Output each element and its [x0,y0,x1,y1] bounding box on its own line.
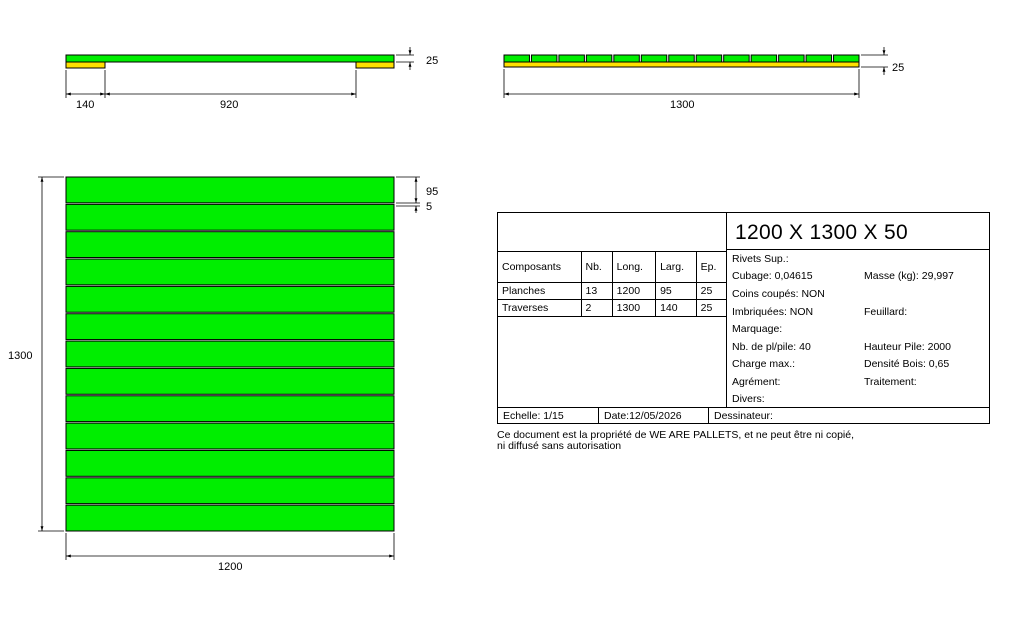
table-row: Traverses 2 1300 140 25 [498,299,726,317]
top-gap-label: 5 [426,201,432,213]
cell-width: 95 [655,282,697,300]
imbriquees-info: Imbriquées: NON [732,306,814,318]
pallet-dimensions-title: 1200 X 1300 X 50 [735,221,908,244]
side-bearer-left [65,61,106,69]
top-plank [65,367,395,395]
top-plank [65,285,395,313]
top-plank [65,395,395,423]
feuillard-info: Feuillard: [864,306,908,318]
side-right-length-label: 1300 [670,99,694,111]
top-plank [65,340,395,368]
top-width-label: 1200 [218,561,242,573]
side-plank-end [613,54,640,63]
cell-component: Traverses [498,299,582,317]
side-plank [65,54,395,63]
top-plank [65,203,395,231]
side-plank-end [805,54,833,63]
side-view-width: 25 140 920 [65,47,438,111]
side-left-bearer-label: 140 [76,99,94,111]
header-nb: Nb. [580,251,613,283]
table-header-row: Composants Nb. Long. Larg. Ep. [498,251,726,283]
top-plank [65,504,395,532]
cell-count: 13 [580,282,613,300]
top-plank [65,422,395,450]
masse-info: Masse (kg): 29,997 [864,270,954,282]
side-left-thickness-label: 25 [426,55,438,67]
side-plank-end [778,54,805,63]
top-plank [65,176,395,204]
side-plank-end [723,54,750,63]
top-plank [65,477,395,505]
header-larg: Larg. [655,251,697,283]
copyright-notice: Ce document est la propriété de WE ARE P… [497,430,854,452]
side-plank-end [585,54,613,63]
nb-pile-info: Nb. de pl/pile: 40 [732,341,811,353]
side-bearer-right [355,61,395,69]
header-ep: Ep. [695,251,726,283]
side-plank-end [503,54,530,63]
cell-count: 2 [580,299,613,317]
notice-line-2: ni diffusé sans autorisation [497,440,622,452]
cell-thickness: 25 [695,282,726,300]
side-left-gap-label: 920 [220,99,238,111]
cell-length: 1200 [611,282,657,300]
side-plank-end [530,54,558,63]
divers-info: Divers: [732,393,765,405]
cell-width: 140 [655,299,697,317]
cell-component: Planches [498,282,582,300]
densite-info: Densité Bois: 0,65 [864,358,950,370]
title-block: 1200 X 1300 X 50 Composants Nb. Long. La… [497,212,990,424]
header-composants: Composants [498,251,582,283]
side-plank-end [640,54,668,63]
scale-field: Echelle: 1/15 [503,410,564,422]
side-plank-end [695,54,723,63]
top-plank [65,258,395,286]
marquage-info: Marquage: [732,323,783,335]
side-view-length: 25 1300 [503,47,904,111]
top-height-label: 1300 [8,350,32,362]
cubage-info: Cubage: 0,04615 [732,270,813,282]
side-right-thickness-label: 25 [892,62,904,74]
title-cell: 1200 X 1300 X 50 [726,213,989,250]
top-plank-width-label: 95 [426,186,438,198]
date-field: Date:12/05/2026 [604,410,682,422]
side-bearer-full [503,61,860,68]
table-row: Planches 13 1200 95 25 [498,282,726,300]
side-plank-end [668,54,695,63]
cell-thickness: 25 [695,299,726,317]
coins-info: Coins coupés: NON [732,288,825,300]
rivets-info: Rivets Sup.: [732,253,789,265]
side-plank-end [833,54,860,63]
top-plank [65,449,395,477]
header-long: Long. [611,251,657,283]
hauteur-pile-info: Hauteur Pile: 2000 [864,341,951,353]
traitement-info: Traitement: [864,376,917,388]
top-plank [65,231,395,259]
drafter-field: Dessinateur: [714,410,773,422]
top-view: 95 5 1300 1200 [8,176,438,573]
components-table: Composants Nb. Long. Larg. Ep. Planches … [498,251,726,317]
side-plank-end [750,54,778,63]
top-plank [65,313,395,341]
cell-length: 1300 [611,299,657,317]
agrement-info: Agrément: [732,376,781,388]
charge-info: Charge max.: [732,358,796,370]
side-plank-end [558,54,585,63]
